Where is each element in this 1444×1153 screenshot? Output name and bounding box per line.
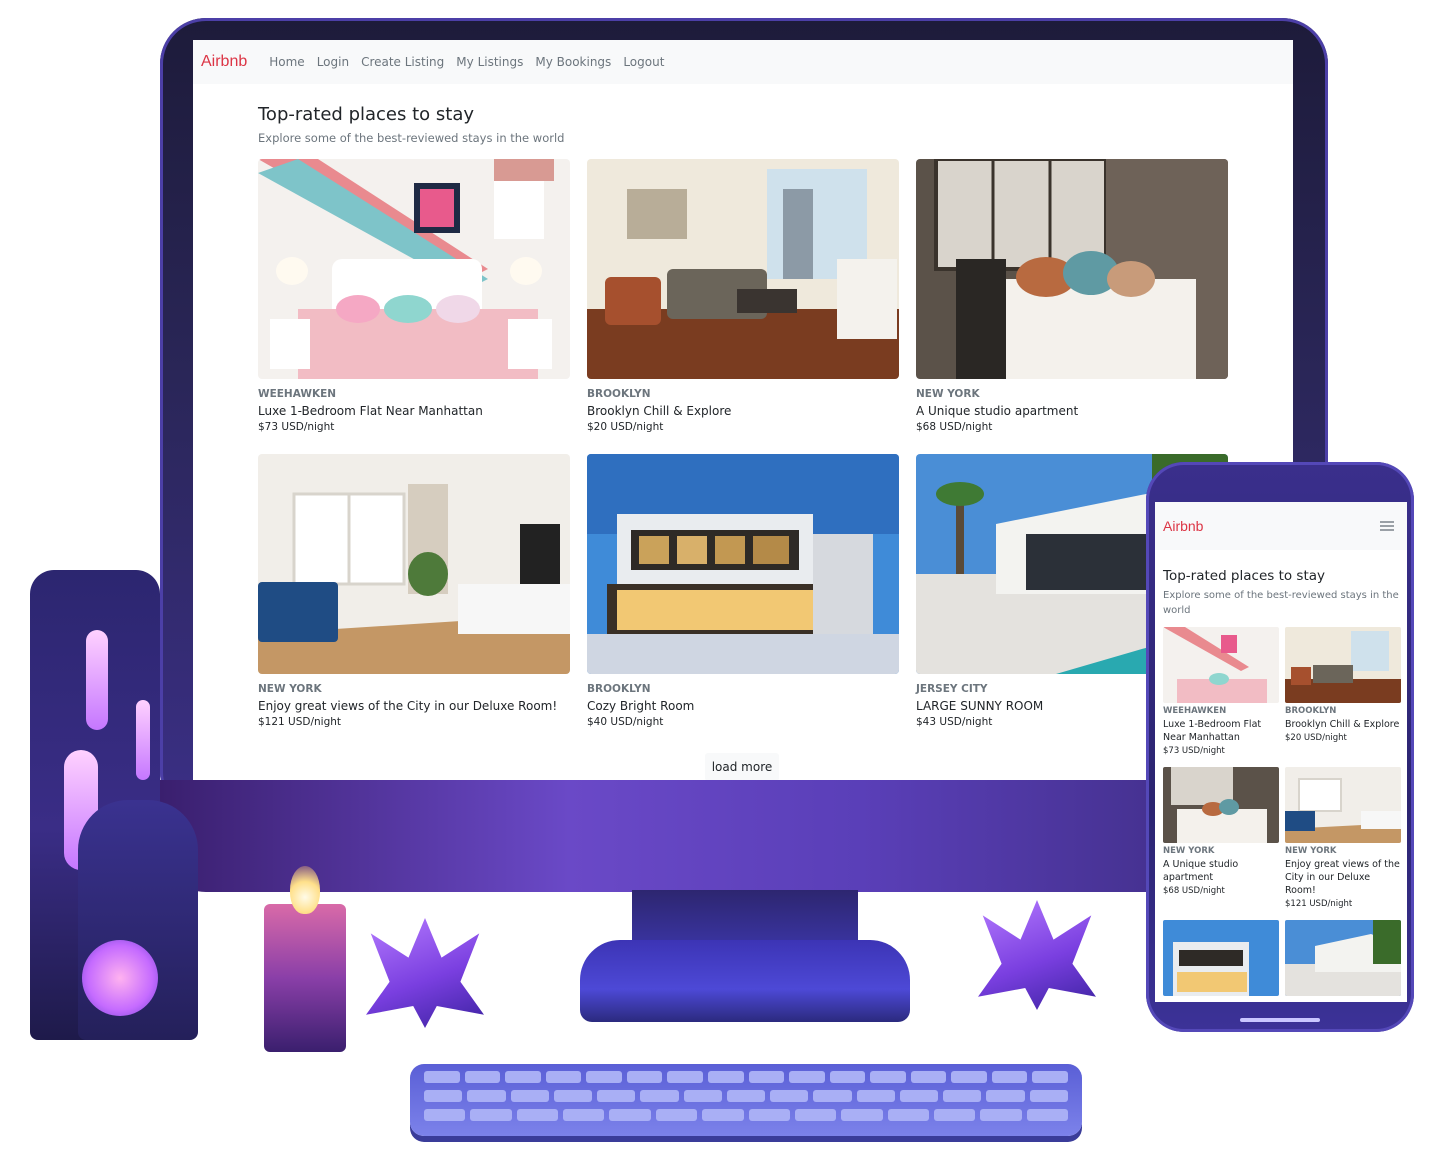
glowing-orb-icon xyxy=(82,940,158,1016)
nav-link-my-listings[interactable]: My Listings xyxy=(456,55,523,69)
nav-link-home[interactable]: Home xyxy=(269,55,304,69)
listing-city: BROOKLYN xyxy=(587,388,651,400)
nav-link-login[interactable]: Login xyxy=(317,55,349,69)
mobile-listing-card[interactable] xyxy=(1285,920,1401,996)
mobile-listing-photo[interactable] xyxy=(1163,767,1279,843)
listing-card[interactable]: BROOKLYN Cozy Bright Room $40 USD/night xyxy=(587,454,899,729)
mobile-listing-photo[interactable] xyxy=(1285,627,1401,703)
listing-title[interactable]: A Unique studio apartment xyxy=(916,403,1228,419)
mobile-listing-card[interactable]: WEEHAWKEN Luxe 1-Bedroom Flat Near Manha… xyxy=(1163,627,1279,757)
candle-illustration xyxy=(264,904,346,1052)
listing-card[interactable]: NEW YORK A Unique studio apartment $68 U… xyxy=(916,159,1228,434)
mobile-listing-grid: WEEHAWKEN Luxe 1-Bedroom Flat Near Manha… xyxy=(1163,627,1407,996)
listing-city: NEW YORK xyxy=(916,388,980,400)
listing-title[interactable]: Cozy Bright Room xyxy=(587,698,899,714)
listing-price: $20 USD/night xyxy=(587,421,664,433)
listing-city: NEW YORK xyxy=(258,683,322,695)
mobile-listing-title[interactable]: Enjoy great views of the City in our Del… xyxy=(1285,858,1401,897)
page-title: Top-rated places to stay xyxy=(258,104,475,125)
tower-window-glow xyxy=(86,630,108,730)
mobile-listing-card[interactable]: BROOKLYN Brooklyn Chill & Explore $20 US… xyxy=(1285,627,1401,757)
listing-title[interactable]: Brooklyn Chill & Explore xyxy=(587,403,899,419)
listing-price: $73 USD/night xyxy=(258,421,335,433)
crystal-flower-illustration xyxy=(978,900,1096,1010)
listing-title[interactable]: Enjoy great views of the City in our Del… xyxy=(258,698,570,714)
load-more-button[interactable]: load more xyxy=(705,753,779,780)
mobile-listing-price: $73 USD/night xyxy=(1163,746,1225,756)
listing-city: WEEHAWKEN xyxy=(258,388,337,400)
mobile-listing-card[interactable]: NEW YORK A Unique studio apartment $68 U… xyxy=(1163,767,1279,910)
mobile-listing-city: NEW YORK xyxy=(1163,846,1215,856)
mobile-listing-title[interactable]: Luxe 1-Bedroom Flat Near Manhattan xyxy=(1163,718,1279,744)
mobile-listing-title[interactable]: Brooklyn Chill & Explore xyxy=(1285,718,1401,731)
mobile-listing-price: $68 USD/night xyxy=(1163,886,1225,896)
listing-price: $40 USD/night xyxy=(587,716,664,728)
mobile-listing-photo[interactable] xyxy=(1163,920,1279,996)
candle-flame-icon xyxy=(290,866,320,914)
navbar: Airbnb Home Login Create Listing My List… xyxy=(193,40,1293,84)
listing-card[interactable]: WEEHAWKEN Luxe 1-Bedroom Flat Near Manha… xyxy=(258,159,570,434)
listing-grid: WEEHAWKEN Luxe 1-Bedroom Flat Near Manha… xyxy=(258,159,1228,729)
mobile-navbar: Airbnb xyxy=(1155,502,1407,550)
mobile-listing-city: WEEHAWKEN xyxy=(1163,706,1227,716)
nav-link-logout[interactable]: Logout xyxy=(623,55,664,69)
listing-card[interactable]: NEW YORK Enjoy great views of the City i… xyxy=(258,454,570,729)
listing-card[interactable]: BROOKLYN Brooklyn Chill & Explore $20 US… xyxy=(587,159,899,434)
listing-photo[interactable] xyxy=(916,159,1228,379)
mobile-listing-card[interactable] xyxy=(1163,920,1279,996)
listing-city: BROOKLYN xyxy=(587,683,651,695)
listing-price: $121 USD/night xyxy=(258,716,342,728)
mobile-page-title: Top-rated places to stay xyxy=(1163,568,1326,584)
brand-logo[interactable]: Airbnb xyxy=(201,53,247,71)
listing-title[interactable]: Luxe 1-Bedroom Flat Near Manhattan xyxy=(258,403,570,419)
monitor-stand-base xyxy=(580,940,910,1022)
listing-photo[interactable] xyxy=(587,159,899,379)
mobile-listing-price: $20 USD/night xyxy=(1285,733,1347,743)
hamburger-menu-icon[interactable] xyxy=(1380,521,1394,531)
desktop-screen: Airbnb Home Login Create Listing My List… xyxy=(193,40,1293,780)
page-subtitle: Explore some of the best-reviewed stays … xyxy=(258,131,565,145)
mobile-listing-title[interactable]: A Unique studio apartment xyxy=(1163,858,1279,884)
mobile-listing-price: $121 USD/night xyxy=(1285,899,1353,909)
mobile-listing-city: BROOKLYN xyxy=(1285,706,1337,716)
tower-window-glow xyxy=(136,700,150,780)
nav-link-my-bookings[interactable]: My Bookings xyxy=(535,55,611,69)
listing-photo[interactable] xyxy=(258,159,570,379)
mobile-listing-card[interactable]: NEW YORK Enjoy great views of the City i… xyxy=(1285,767,1401,910)
mobile-listing-photo[interactable] xyxy=(1285,920,1401,996)
mobile-brand-logo[interactable]: Airbnb xyxy=(1163,518,1203,534)
crystal-flower-illustration xyxy=(366,918,484,1028)
mobile-listing-photo[interactable] xyxy=(1285,767,1401,843)
main-content: Top-rated places to stay Explore some of… xyxy=(193,84,1293,729)
listing-price: $68 USD/night xyxy=(916,421,993,433)
mobile-main-content: Top-rated places to stay Explore some of… xyxy=(1155,550,1407,996)
mobile-page-subtitle: Explore some of the best-reviewed stays … xyxy=(1163,590,1399,616)
nav-link-create-listing[interactable]: Create Listing xyxy=(361,55,444,69)
mobile-screen: Airbnb Top-rated places to stay Explore … xyxy=(1155,502,1407,1002)
listing-photo[interactable] xyxy=(587,454,899,674)
mobile-listing-photo[interactable] xyxy=(1163,627,1279,703)
phone-home-indicator xyxy=(1240,1018,1320,1022)
listing-photo[interactable] xyxy=(258,454,570,674)
keyboard-illustration xyxy=(410,1064,1082,1136)
mobile-listing-city: NEW YORK xyxy=(1285,846,1337,856)
